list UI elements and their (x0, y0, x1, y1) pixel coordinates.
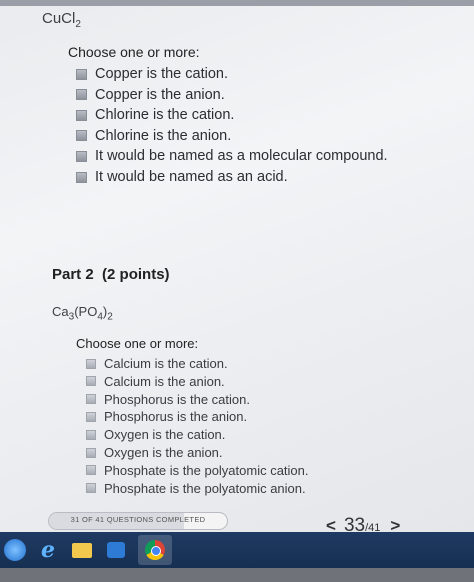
checkbox[interactable] (76, 130, 87, 142)
formula-sub-c: 2 (107, 311, 113, 323)
media-player-icon[interactable] (104, 538, 128, 562)
answer-option[interactable]: Chlorine is the cation. (76, 107, 234, 123)
answer-option[interactable]: It would be named as a molecular compoun… (76, 148, 388, 164)
answer-option[interactable]: Copper is the anion. (76, 87, 225, 103)
part2-prompt: Choose one or more: (76, 336, 199, 351)
chrome-shape (145, 540, 165, 560)
checkbox[interactable] (76, 89, 87, 101)
part2-formula: Ca3(PO4)2 (52, 304, 113, 323)
checkbox[interactable] (86, 394, 96, 405)
option-label: Phosphorus is the anion. (104, 409, 248, 425)
option-label: Chlorine is the anion. (95, 127, 232, 144)
answer-option[interactable]: Calcium is the cation. (86, 356, 228, 371)
checkbox[interactable] (76, 150, 87, 162)
checkbox[interactable] (86, 358, 96, 369)
progress-text: 31 OF 41 QUESTIONS COMPLETED (70, 515, 206, 524)
checkbox[interactable] (86, 376, 96, 387)
checkbox[interactable] (76, 171, 87, 183)
ie-glyph: e (41, 537, 55, 563)
option-label: Calcium is the anion. (104, 373, 225, 389)
answer-option[interactable]: Calcium is the anion. (86, 374, 225, 389)
answer-option[interactable]: Phosphate is the polyatomic cation. (86, 463, 309, 478)
quiz-screen: CuCl2 Choose one or more: Copper is the … (0, 0, 474, 540)
formula-subscript: 2 (75, 19, 81, 30)
windows-start-icon[interactable] (4, 539, 26, 561)
taskbar: e (0, 532, 474, 568)
checkbox[interactable] (86, 429, 96, 440)
option-label: Calcium is the cation. (104, 356, 228, 371)
option-label: Phosphorus is the cation. (104, 391, 250, 407)
media-shape (107, 542, 125, 558)
part2-points: (2 points) (102, 266, 170, 283)
answer-option[interactable]: Oxygen is the anion. (86, 445, 223, 460)
answer-option[interactable]: Chlorine is the anion. (76, 128, 231, 144)
answer-option[interactable]: Copper is the cation. (76, 66, 228, 82)
checkbox[interactable] (86, 411, 96, 422)
file-explorer-icon[interactable] (70, 538, 94, 562)
internet-explorer-icon[interactable]: e (36, 537, 60, 563)
folder-shape (72, 542, 92, 558)
answer-option[interactable]: Phosphorus is the anion. (86, 409, 247, 424)
chrome-icon[interactable] (138, 535, 172, 565)
part2-title: Part 2 (2 points) (52, 266, 170, 283)
checkbox[interactable] (86, 483, 96, 494)
option-label: Chlorine is the cation. (95, 107, 235, 124)
formula-part-b: (PO (74, 304, 98, 319)
option-label: It would be named as an acid. (95, 169, 288, 185)
checkbox[interactable] (76, 68, 87, 80)
checkbox[interactable] (86, 465, 96, 476)
window-top-edge (0, 0, 474, 6)
option-label: Phosphate is the polyatomic cation. (104, 462, 309, 478)
option-label: Oxygen is the anion. (104, 445, 223, 460)
part1-formula: CuCl2 (42, 10, 81, 30)
formula-part-a: Ca (52, 304, 69, 319)
answer-option[interactable]: Oxygen is the cation. (86, 427, 225, 442)
option-label: Phosphate is the polyatomic anion. (104, 480, 306, 496)
option-label: Oxygen is the cation. (104, 427, 226, 443)
option-label: Copper is the cation. (95, 66, 228, 82)
part1-prompt: Choose one or more: (68, 44, 200, 60)
answer-option[interactable]: Phosphorus is the cation. (86, 392, 250, 407)
checkbox[interactable] (86, 447, 96, 458)
answer-option[interactable]: It would be named as an acid. (76, 169, 288, 185)
progress-bar: 31 OF 41 QUESTIONS COMPLETED (48, 512, 228, 530)
option-label: Copper is the anion. (95, 86, 225, 103)
part2-label: Part 2 (52, 266, 94, 283)
checkbox[interactable] (76, 109, 87, 121)
formula-main: CuCl (42, 10, 76, 27)
option-label: It would be named as a molecular compoun… (95, 148, 388, 165)
answer-option[interactable]: Phosphate is the polyatomic anion. (86, 481, 306, 496)
